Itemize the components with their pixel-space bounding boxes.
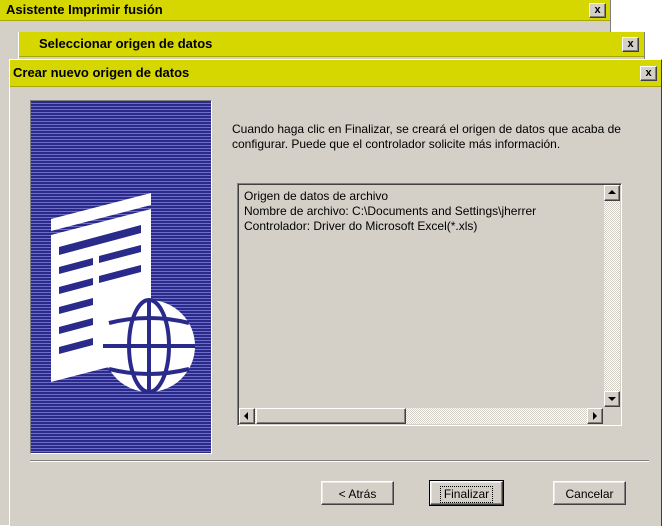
detail-line: Origen de datos de archivo bbox=[244, 189, 389, 203]
scroll-right-button[interactable] bbox=[587, 408, 603, 424]
dialog-title: Crear nuevo origen de datos bbox=[13, 65, 190, 80]
button-separator bbox=[30, 460, 649, 462]
select-source-titlebar[interactable]: Seleccionar origen de datos x bbox=[19, 32, 644, 57]
datasource-details-box[interactable]: Origen de datos de archivo Nombre de arc… bbox=[237, 183, 622, 426]
horizontal-scroll-thumb[interactable] bbox=[256, 408, 406, 424]
scroll-corner bbox=[604, 408, 620, 424]
create-source-titlebar[interactable]: Crear nuevo origen de datos x bbox=[10, 60, 661, 87]
scroll-up-button[interactable] bbox=[604, 185, 620, 201]
horizontal-scrollbar[interactable] bbox=[239, 408, 603, 424]
select-source-title: Seleccionar origen de datos bbox=[39, 36, 213, 51]
close-icon: x bbox=[645, 67, 652, 79]
finish-button[interactable]: Finalizar bbox=[429, 480, 504, 506]
arrow-up-icon bbox=[608, 190, 616, 194]
datasource-globe-icon bbox=[51, 193, 195, 394]
create-source-dialog: Crear nuevo origen de datos x Cuando hag… bbox=[9, 59, 662, 526]
close-icon: x bbox=[627, 38, 634, 50]
back-button[interactable]: < Atrás bbox=[321, 481, 394, 505]
vertical-scrollbar[interactable] bbox=[604, 185, 620, 407]
scroll-left-button[interactable] bbox=[239, 408, 255, 424]
back-button-label: < Atrás bbox=[338, 487, 377, 501]
cancel-button-label: Cancelar bbox=[565, 487, 614, 501]
wizard-sidebar-graphic bbox=[30, 100, 212, 454]
cancel-button[interactable]: Cancelar bbox=[553, 481, 626, 505]
close-icon: x bbox=[594, 4, 601, 16]
scroll-down-button[interactable] bbox=[604, 391, 620, 407]
dialog-close-button[interactable]: x bbox=[640, 66, 657, 81]
wizard-title: Asistente Imprimir fusión bbox=[6, 2, 163, 17]
arrow-right-icon bbox=[593, 412, 597, 420]
detail-line: Nombre de archivo: C:\Documents and Sett… bbox=[244, 204, 537, 218]
arrow-left-icon bbox=[244, 412, 248, 420]
finish-description: Cuando haga clic en Finalizar, se creará… bbox=[232, 122, 621, 151]
finish-button-label: Finalizar bbox=[439, 486, 494, 503]
wizard-titlebar[interactable]: Asistente Imprimir fusión x bbox=[0, 0, 610, 21]
arrow-down-icon bbox=[608, 397, 616, 401]
select-source-close-button[interactable]: x bbox=[622, 37, 639, 52]
detail-line: Controlador: Driver do Microsoft Excel(*… bbox=[244, 219, 478, 233]
wizard-close-button[interactable]: x bbox=[589, 3, 606, 18]
